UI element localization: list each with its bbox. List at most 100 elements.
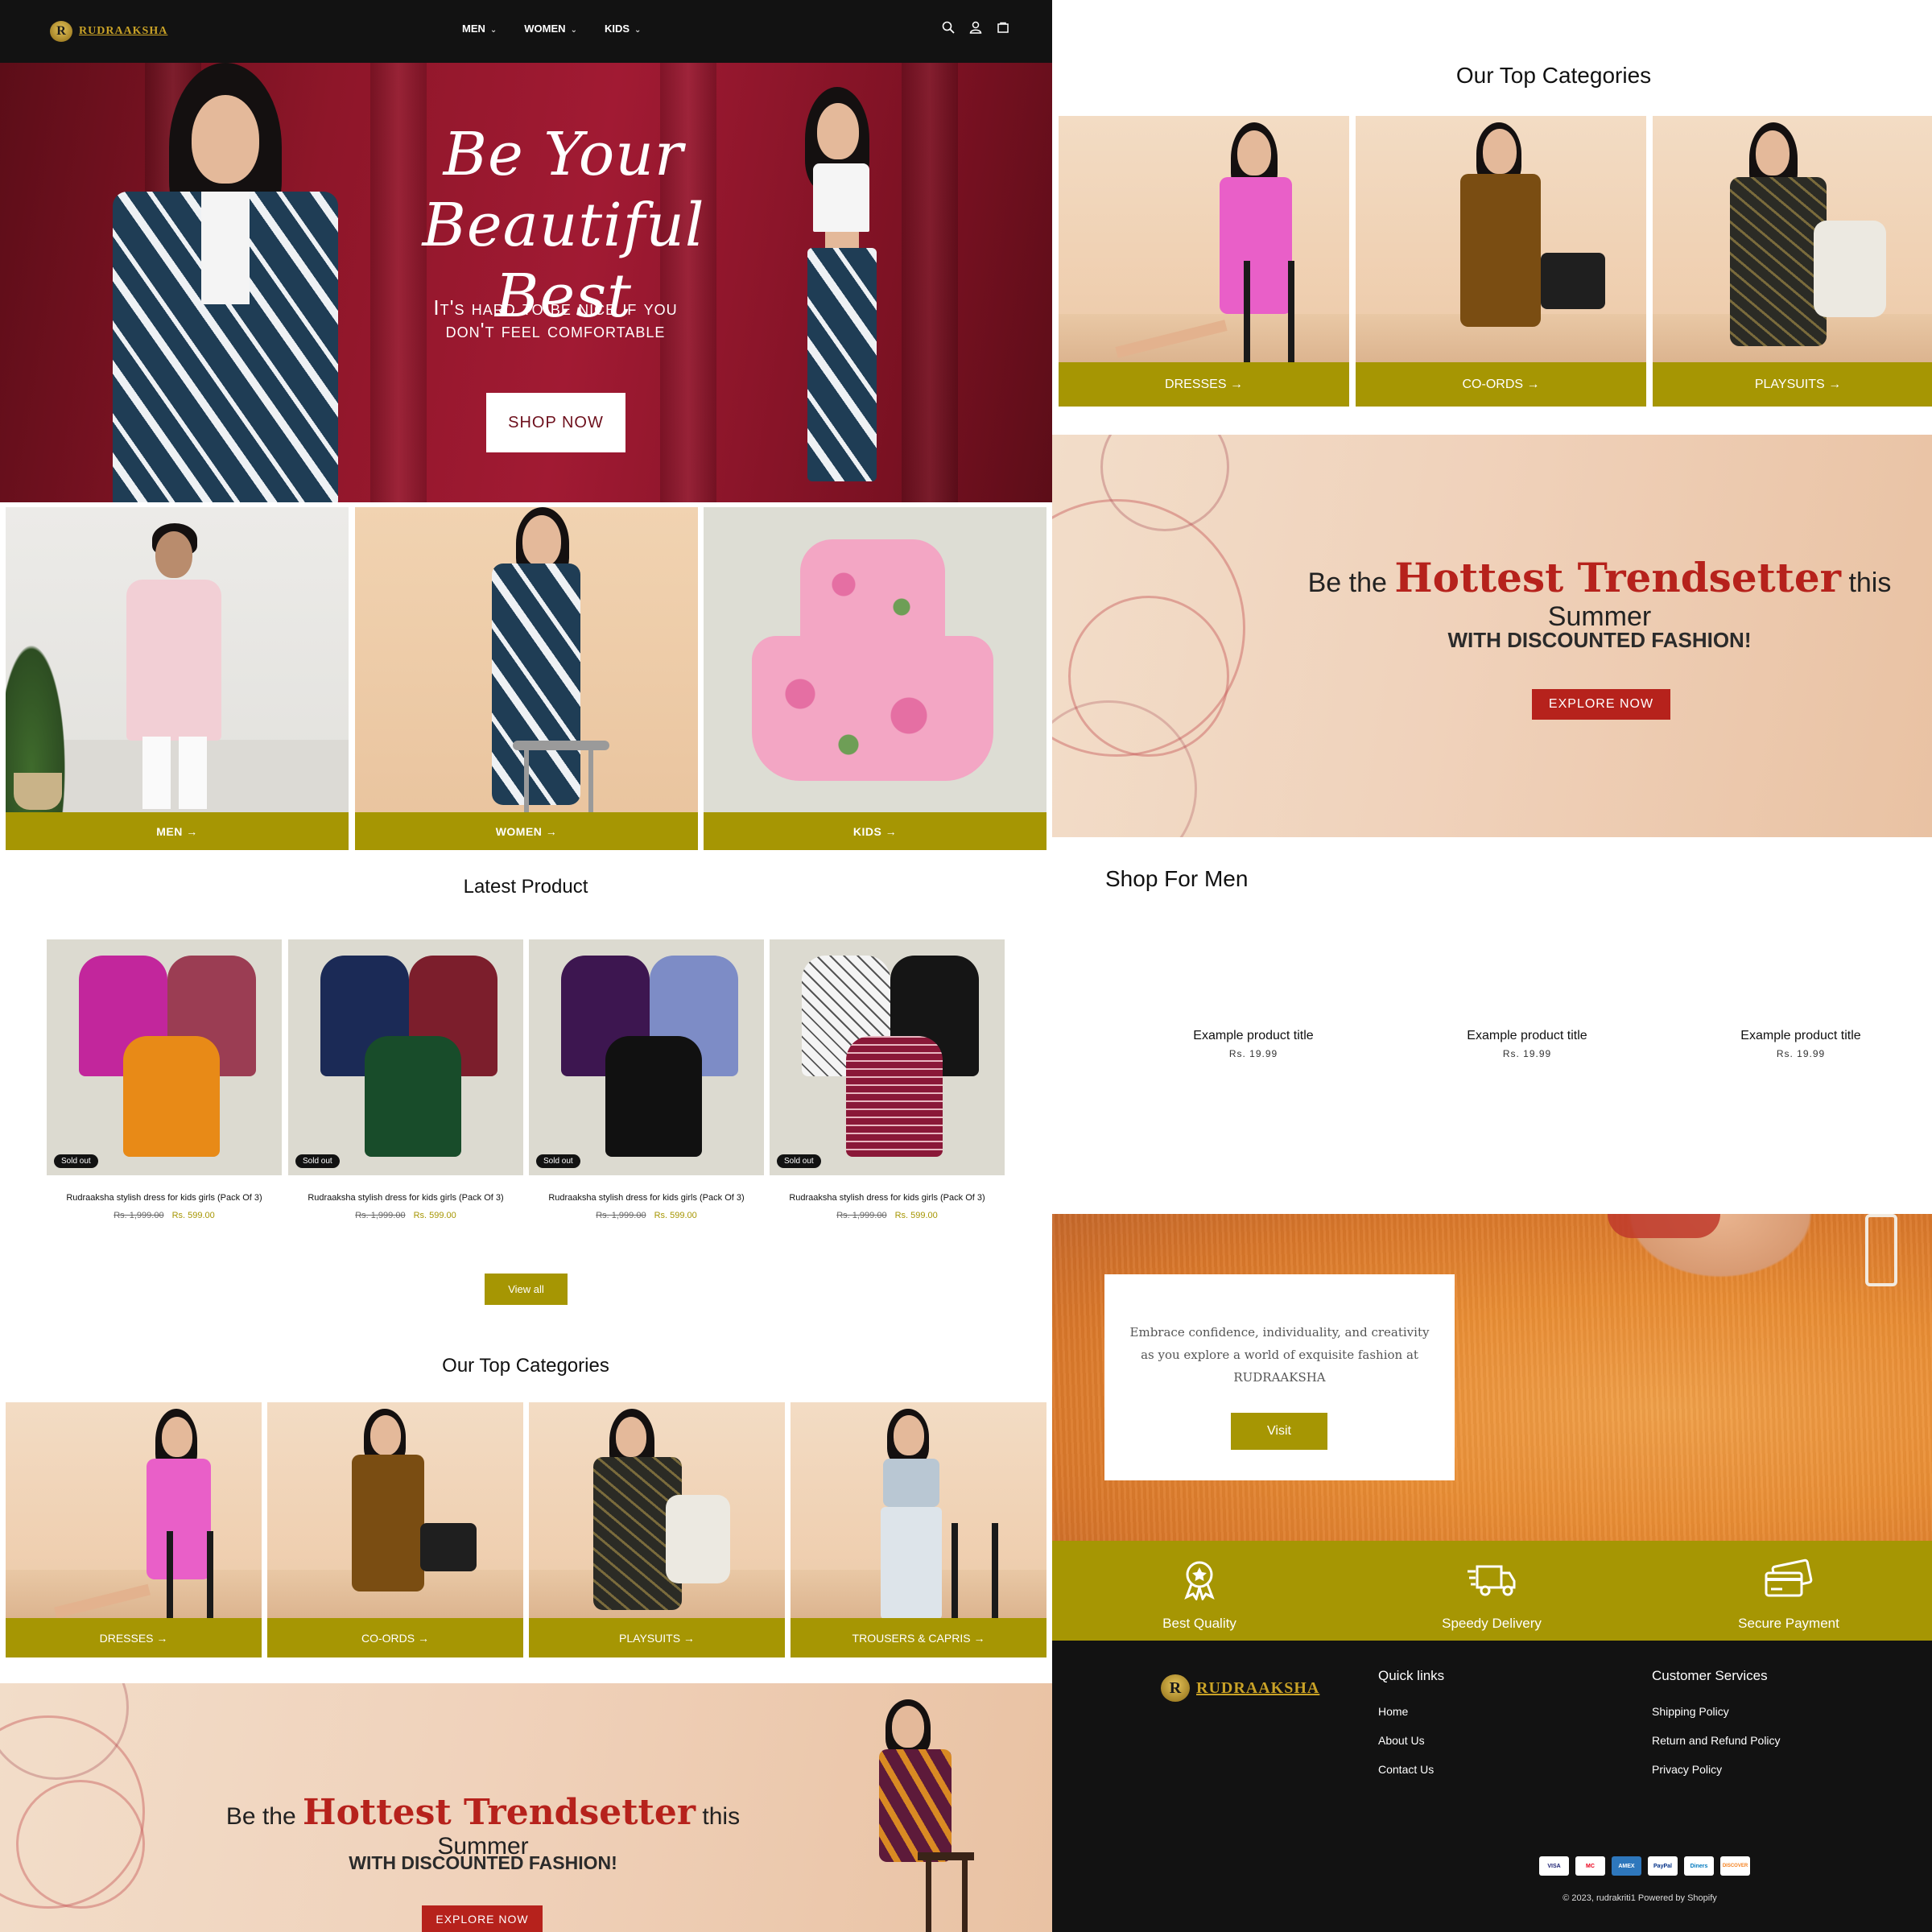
- hero-subtitle-line2: don't feel comfortable: [445, 318, 666, 342]
- product-image[interactable]: Sold out: [47, 939, 282, 1175]
- product-title[interactable]: Rudraaksha stylish dress for kids girls …: [770, 1193, 1005, 1203]
- shop-for-men-title: Shop For Men: [1105, 866, 1249, 891]
- right-promo-prefix: Be the: [1307, 568, 1387, 598]
- product-image[interactable]: Sold out: [529, 939, 764, 1175]
- footer-link-return-refund-policy[interactable]: Return and Refund Policy: [1652, 1734, 1781, 1747]
- discover-icon: DISCOVER: [1720, 1856, 1750, 1876]
- footer-link-home[interactable]: Home: [1378, 1705, 1444, 1718]
- right-category-card-co-ords[interactable]: CO-ORDS →: [1356, 116, 1646, 407]
- placeholder-product-title[interactable]: Example product title: [1390, 1029, 1664, 1043]
- hero-model-left: [97, 63, 354, 502]
- chevron-down-icon: ⌄: [634, 26, 642, 35]
- homepage-right-panel: Our Top Categories DRESSES → CO-ORDS → P…: [1052, 0, 1932, 1932]
- top-categories-title: Our Top Categories: [442, 1355, 609, 1377]
- collection-card-men[interactable]: MEN →: [6, 507, 349, 850]
- right-category-label-co-ords: CO-ORDS →: [1356, 362, 1646, 407]
- quick-links-heading: Quick links: [1378, 1668, 1445, 1683]
- product-card[interactable]: Sold out Rudraaksha stylish dress for ki…: [770, 939, 1005, 1220]
- product-price: Rs. 1,999.00 Rs. 599.00: [355, 1211, 456, 1220]
- promo-model: [837, 1699, 982, 1932]
- category-card-dresses[interactable]: DRESSES →: [6, 1402, 262, 1657]
- footer-link-shipping-policy[interactable]: Shipping Policy: [1652, 1705, 1781, 1718]
- collection-card-women[interactable]: WOMEN →: [355, 507, 698, 850]
- placeholder-product-price: Rs. 19.99: [1228, 1048, 1278, 1059]
- category-label-trousers-capris: TROUSERS & CAPRIS →: [791, 1618, 1046, 1657]
- right-category-card-playsuits[interactable]: PLAYSUITS →: [1653, 116, 1932, 407]
- product-price: Rs. 1,999.00 Rs. 599.00: [596, 1211, 697, 1220]
- visa-icon: VISA: [1539, 1856, 1569, 1876]
- product-title[interactable]: Rudraaksha stylish dress for kids girls …: [47, 1193, 282, 1203]
- placeholder-product-price: Rs. 19.99: [1502, 1048, 1552, 1059]
- delivery-truck-icon: [1371, 1558, 1612, 1609]
- footer-link-about-us[interactable]: About Us: [1378, 1734, 1444, 1747]
- promo-subline: WITH DISCOUNTED FASHION!: [349, 1852, 617, 1873]
- cart-icon[interactable]: [996, 21, 1010, 35]
- quick-links-column: Quick links Home About Us Contact Us: [1378, 1668, 1444, 1792]
- customer-services-column: Customer Services Shipping Policy Return…: [1652, 1668, 1781, 1792]
- nav-item-men[interactable]: MEN ⌄: [462, 23, 497, 35]
- feature-label: Best Quality: [1162, 1616, 1236, 1631]
- feature-speedy-delivery: Speedy Delivery: [1371, 1558, 1612, 1632]
- category-label-dresses: DRESSES →: [6, 1618, 262, 1657]
- hero-subtitle-line1: It's hard to be nice if you: [433, 295, 678, 320]
- right-promo-subline: WITH DISCOUNTED FASHION!: [1447, 628, 1752, 652]
- promo-highlight: Hottest Trendsetter: [303, 1792, 696, 1833]
- nav-item-women[interactable]: WOMEN ⌄: [524, 23, 577, 35]
- nav-item-kids[interactable]: KIDS ⌄: [605, 23, 641, 35]
- collection-card-kids[interactable]: KIDS →: [704, 507, 1046, 850]
- placeholder-product-card[interactable]: Example product title Rs. 19.99: [1664, 1029, 1932, 1059]
- info-box: Embrace confidence, individuality, and c…: [1104, 1274, 1455, 1480]
- visit-button[interactable]: Visit: [1231, 1413, 1327, 1450]
- explore-now-button[interactable]: EXPLORE NOW: [422, 1905, 543, 1932]
- chevron-down-icon: ⌄: [570, 26, 577, 35]
- category-card-playsuits[interactable]: PLAYSUITS →: [529, 1402, 785, 1657]
- right-category-label-dresses: DRESSES →: [1059, 362, 1349, 407]
- feature-secure-payment: Secure Payment: [1668, 1558, 1909, 1632]
- category-card-co-ords[interactable]: CO-ORDS →: [267, 1402, 523, 1657]
- placeholder-product-title[interactable]: Example product title: [1117, 1029, 1390, 1043]
- product-title[interactable]: Rudraaksha stylish dress for kids girls …: [288, 1193, 523, 1203]
- right-promo-headline: Be the Hottest Trendsetter this Summer: [1278, 554, 1922, 633]
- payment-icons: VISA MC AMEX PayPal Diners DISCOVER: [1539, 1856, 1750, 1876]
- credit-card-icon: [1668, 1558, 1909, 1609]
- feature-best-quality: Best Quality: [1079, 1558, 1320, 1632]
- product-card[interactable]: Sold out Rudraaksha stylish dress for ki…: [529, 939, 764, 1220]
- product-image[interactable]: Sold out: [288, 939, 523, 1175]
- right-category-card-dresses[interactable]: DRESSES →: [1059, 116, 1349, 407]
- search-icon[interactable]: [941, 21, 956, 35]
- earring-decoration: [1865, 1214, 1897, 1286]
- footer-link-contact-us[interactable]: Contact Us: [1378, 1763, 1444, 1776]
- mastercard-icon: MC: [1575, 1856, 1605, 1876]
- view-all-button[interactable]: View all: [485, 1274, 568, 1305]
- header-icons: [941, 21, 1010, 35]
- homepage-left-panel: R RUDRAAKSHA MEN ⌄ WOMEN ⌄ KIDS ⌄ Be You…: [0, 0, 1052, 1932]
- sold-out-badge: Sold out: [536, 1154, 580, 1168]
- footer-logo[interactable]: R RUDRAAKSHA: [1161, 1674, 1319, 1702]
- customer-services-heading: Customer Services: [1652, 1668, 1768, 1683]
- hero-model-right: [769, 87, 914, 502]
- product-price: Rs. 1,999.00 Rs. 599.00: [836, 1211, 938, 1220]
- shop-now-button[interactable]: SHOP NOW: [486, 393, 625, 452]
- brand-logo[interactable]: R RUDRAAKSHA: [50, 21, 167, 42]
- footer-logo-crest-icon: R: [1161, 1674, 1190, 1702]
- product-title[interactable]: Rudraaksha stylish dress for kids girls …: [529, 1193, 764, 1203]
- placeholder-product-card[interactable]: Example product title Rs. 19.99: [1117, 1029, 1390, 1059]
- logo-text: RUDRAAKSHA: [79, 25, 168, 37]
- category-card-trousers-capris[interactable]: TROUSERS & CAPRIS →: [791, 1402, 1046, 1657]
- paypal-icon: PayPal: [1648, 1856, 1678, 1876]
- product-card[interactable]: Sold out Rudraaksha stylish dress for ki…: [47, 939, 282, 1220]
- product-card[interactable]: Sold out Rudraaksha stylish dress for ki…: [288, 939, 523, 1220]
- placeholder-product-card[interactable]: Example product title Rs. 19.99: [1390, 1029, 1664, 1059]
- account-icon[interactable]: [968, 21, 983, 35]
- product-image[interactable]: Sold out: [770, 939, 1005, 1175]
- collection-label-kids: KIDS →: [704, 812, 1046, 850]
- site-header: R RUDRAAKSHA MEN ⌄ WOMEN ⌄ KIDS ⌄: [0, 0, 1052, 63]
- sold-out-badge: Sold out: [295, 1154, 340, 1168]
- diners-club-icon: Diners: [1684, 1856, 1714, 1876]
- placeholder-product-title[interactable]: Example product title: [1664, 1029, 1932, 1043]
- right-explore-now-button[interactable]: EXPLORE NOW: [1532, 689, 1670, 720]
- footer-link-privacy-policy[interactable]: Privacy Policy: [1652, 1763, 1781, 1776]
- hero-subtitle: It's hard to be nice if you don't feel c…: [378, 296, 733, 341]
- main-nav: MEN ⌄ WOMEN ⌄ KIDS ⌄: [462, 23, 641, 35]
- right-promo-banner: Be the Hottest Trendsetter this Summer W…: [1052, 435, 1932, 837]
